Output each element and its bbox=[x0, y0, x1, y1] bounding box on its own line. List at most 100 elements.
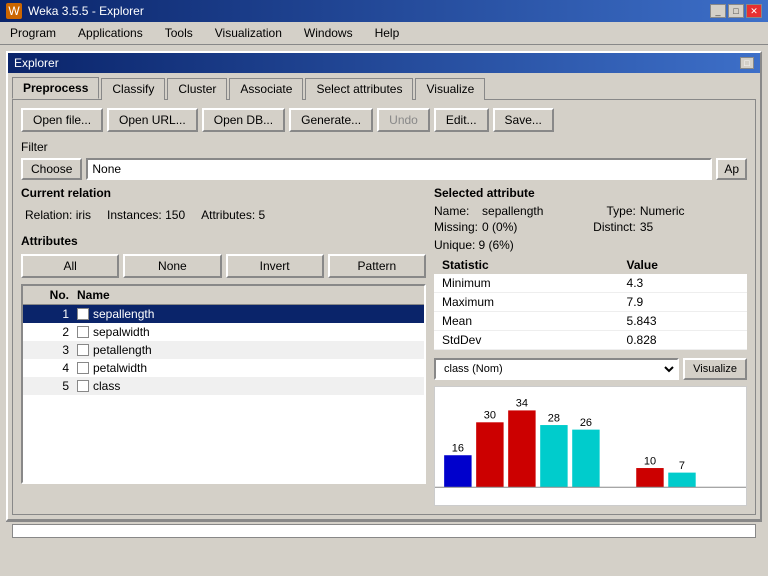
unique-row: Unique: 9 (6%) bbox=[434, 238, 747, 252]
none-button[interactable]: None bbox=[123, 254, 221, 278]
tab-associate[interactable]: Associate bbox=[229, 78, 303, 100]
stat-name: Mean bbox=[434, 312, 619, 331]
row-checkbox[interactable] bbox=[77, 326, 89, 338]
table-row[interactable]: 2 sepalwidth bbox=[23, 323, 424, 341]
type-value: Numeric bbox=[640, 204, 747, 218]
row-checkbox[interactable] bbox=[77, 362, 89, 374]
undo-button[interactable]: Undo bbox=[377, 108, 430, 132]
visualize-button[interactable]: Visualize bbox=[683, 358, 747, 380]
tab-select-attributes[interactable]: Select attributes bbox=[305, 78, 413, 100]
row-checkbox[interactable] bbox=[77, 308, 89, 320]
class-select[interactable]: class (Nom) bbox=[434, 358, 679, 380]
minimize-button[interactable]: _ bbox=[710, 4, 726, 18]
stat-row: Mean 5.843 bbox=[434, 312, 747, 331]
stat-name: StdDev bbox=[434, 331, 619, 350]
menu-tools[interactable]: Tools bbox=[159, 24, 199, 42]
stat-row: Maximum 7.9 bbox=[434, 293, 747, 312]
stat-value: 4.3 bbox=[619, 274, 747, 293]
status-bar bbox=[6, 521, 762, 541]
stats-tbody: Minimum 4.3 Maximum 7.9 Mean 5.843 bbox=[434, 274, 747, 350]
left-panel: Current relation Relation: iris Instance… bbox=[21, 186, 426, 506]
hist-label-5: 26 bbox=[580, 417, 592, 429]
open-file-button[interactable]: Open file... bbox=[21, 108, 103, 132]
apply-button[interactable]: Ap bbox=[716, 158, 747, 180]
edit-button[interactable]: Edit... bbox=[434, 108, 489, 132]
instances-info: Instances: 150 bbox=[107, 208, 185, 222]
current-relation-box: Current relation Relation: iris Instance… bbox=[21, 186, 426, 226]
distinct-label: Distinct: bbox=[593, 220, 636, 234]
filter-value: None bbox=[86, 158, 712, 180]
explorer-title-bar: Explorer □ bbox=[8, 53, 760, 73]
attributes-table: No. Name 1 sepallength bbox=[21, 284, 426, 484]
hist-label-7: 7 bbox=[679, 460, 685, 472]
progress-track bbox=[12, 524, 756, 538]
missing-label: Missing: bbox=[434, 220, 478, 234]
explorer-restore-button[interactable]: □ bbox=[740, 57, 754, 69]
invert-button[interactable]: Invert bbox=[226, 254, 324, 278]
stats-col-value: Value bbox=[619, 256, 747, 274]
menu-windows[interactable]: Windows bbox=[298, 24, 359, 42]
table-row[interactable]: 1 sepallength bbox=[23, 305, 424, 323]
row-label: sepallength bbox=[93, 307, 154, 321]
menu-program[interactable]: Program bbox=[4, 24, 62, 42]
menu-applications[interactable]: Applications bbox=[72, 24, 149, 42]
row-num: 4 bbox=[27, 361, 77, 375]
row-checkbox[interactable] bbox=[77, 344, 89, 356]
tab-content: Open file... Open URL... Open DB... Gene… bbox=[12, 99, 756, 515]
tab-bar: Preprocess Classify Cluster Associate Se… bbox=[8, 73, 760, 99]
row-name: sepalwidth bbox=[77, 325, 420, 339]
unique-label: Unique: bbox=[434, 238, 475, 252]
col-name: Name bbox=[77, 288, 420, 302]
selected-attribute-section: Selected attribute Name: sepallength Typ… bbox=[434, 186, 747, 350]
stat-name: Maximum bbox=[434, 293, 619, 312]
stat-row: Minimum 4.3 bbox=[434, 274, 747, 293]
tab-cluster[interactable]: Cluster bbox=[167, 78, 227, 100]
main-content: Current relation Relation: iris Instance… bbox=[21, 186, 747, 506]
relation-info: Relation: iris Instances: 150 Attributes… bbox=[21, 204, 426, 226]
right-panel: Selected attribute Name: sepallength Typ… bbox=[434, 186, 747, 506]
tab-preprocess[interactable]: Preprocess bbox=[12, 77, 99, 99]
stat-value: 7.9 bbox=[619, 293, 747, 312]
open-db-button[interactable]: Open DB... bbox=[202, 108, 285, 132]
tab-visualize[interactable]: Visualize bbox=[415, 78, 485, 100]
all-button[interactable]: All bbox=[21, 254, 119, 278]
row-name: sepallength bbox=[77, 307, 420, 321]
close-button[interactable]: ✕ bbox=[746, 4, 762, 18]
generate-button[interactable]: Generate... bbox=[289, 108, 373, 132]
hist-bar-2 bbox=[476, 422, 503, 487]
row-name: petalwidth bbox=[77, 361, 420, 375]
hist-bar-3 bbox=[508, 410, 535, 487]
filter-row: Choose None Ap bbox=[21, 158, 747, 180]
menu-bar: Program Applications Tools Visualization… bbox=[0, 22, 768, 45]
open-url-button[interactable]: Open URL... bbox=[107, 108, 198, 132]
relation-label: Relation: bbox=[25, 208, 72, 222]
row-label: sepalwidth bbox=[93, 325, 150, 339]
maximize-button[interactable]: □ bbox=[728, 4, 744, 18]
hist-bar-4 bbox=[540, 425, 567, 487]
row-checkbox[interactable] bbox=[77, 380, 89, 392]
menu-visualization[interactable]: Visualization bbox=[209, 24, 288, 42]
tab-classify[interactable]: Classify bbox=[101, 78, 165, 100]
instances-label: Instances: bbox=[107, 208, 162, 222]
menu-help[interactable]: Help bbox=[369, 24, 406, 42]
hist-label-6: 10 bbox=[644, 455, 656, 467]
app-icon-letter: W bbox=[8, 4, 19, 18]
row-num: 1 bbox=[27, 307, 77, 321]
pattern-button[interactable]: Pattern bbox=[328, 254, 426, 278]
current-relation-title: Current relation bbox=[21, 186, 426, 200]
save-button[interactable]: Save... bbox=[493, 108, 554, 132]
relation-name: Relation: iris bbox=[25, 208, 91, 222]
hist-label-1: 16 bbox=[452, 443, 464, 455]
table-row[interactable]: 4 petalwidth bbox=[23, 359, 424, 377]
attributes-label: Attributes: bbox=[201, 208, 255, 222]
table-row[interactable]: 3 petallength bbox=[23, 341, 424, 359]
progress-container bbox=[12, 524, 756, 538]
type-label: Type: bbox=[593, 204, 636, 218]
row-name: petallength bbox=[77, 343, 420, 357]
hist-bar-6 bbox=[636, 468, 663, 487]
attr-table-header: No. Name bbox=[23, 286, 424, 305]
choose-button[interactable]: Choose bbox=[21, 158, 82, 180]
histogram-svg: 16 30 34 28 26 bbox=[435, 387, 746, 506]
explorer-title: Explorer bbox=[14, 56, 59, 70]
table-row[interactable]: 5 class bbox=[23, 377, 424, 395]
